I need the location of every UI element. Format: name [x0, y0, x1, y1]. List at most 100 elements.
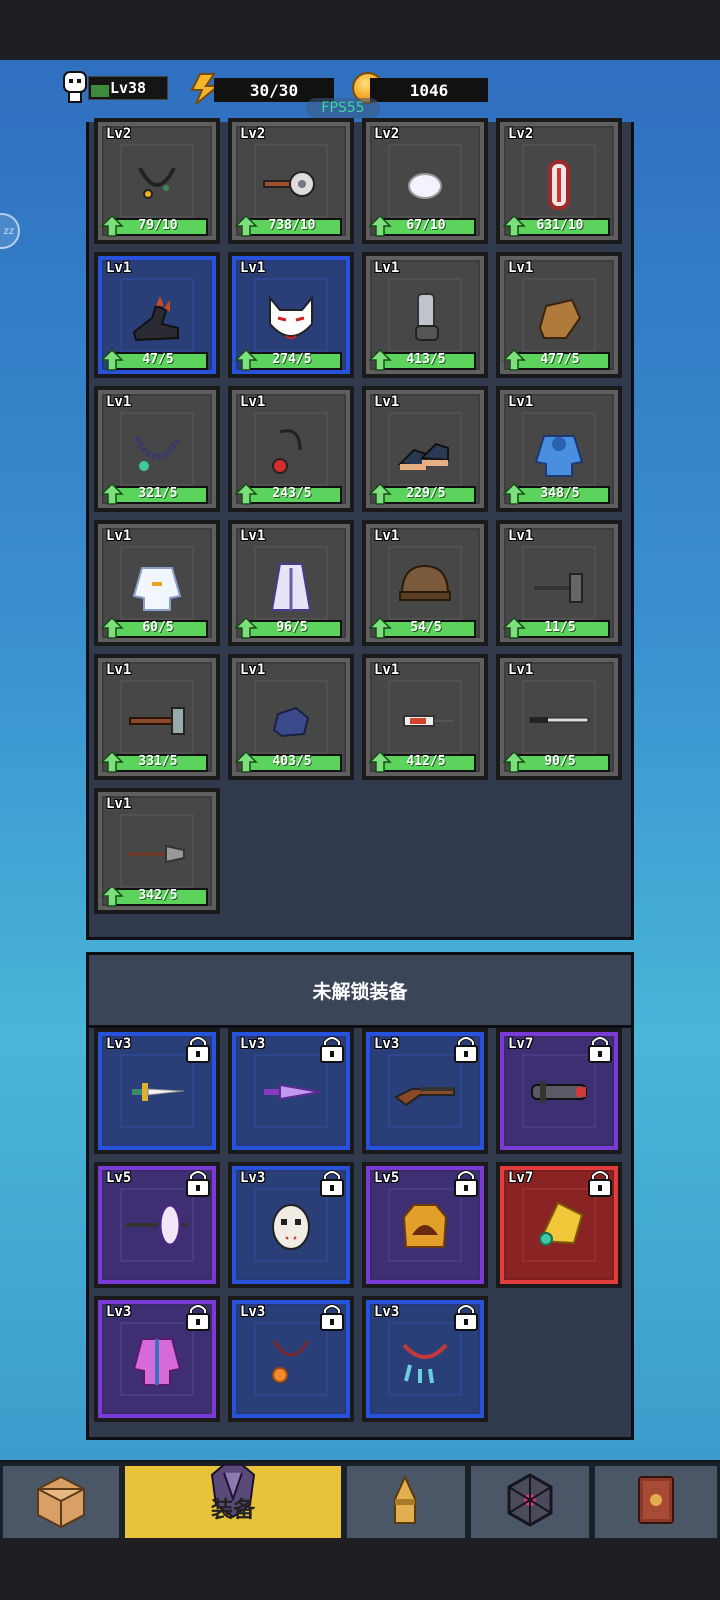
owned-equipment-card[interactable]: Lv1 47/5 — [94, 252, 220, 378]
item-level: Lv1 — [508, 528, 534, 544]
lock-icon — [454, 1170, 478, 1197]
item-level: Lv3 — [374, 1036, 400, 1052]
locked-equipment-card[interactable]: Lv5 — [94, 1162, 220, 1288]
owned-equipment-card[interactable]: Lv1 90/5 — [496, 654, 622, 780]
player-avatar-icon[interactable] — [62, 70, 88, 106]
locked-equipment-card[interactable]: Lv3 — [228, 1296, 354, 1422]
upgrade-arrow-icon — [100, 750, 124, 773]
owned-equipment-card[interactable]: Lv1 331/5 — [94, 654, 220, 780]
sneakers-icon — [390, 422, 460, 486]
upgrade-progress-text: 90/5 — [544, 754, 576, 769]
item-level: Lv1 — [240, 260, 266, 276]
item-level: Lv1 — [508, 260, 534, 276]
owned-equipment-card[interactable]: Lv2 79/10 — [94, 118, 220, 244]
locked-section-header: 未解锁装备 — [89, 955, 631, 1028]
item-level: Lv5 — [106, 1170, 132, 1186]
item-level: Lv7 — [508, 1036, 534, 1052]
pink-coat-icon — [122, 1329, 192, 1393]
locked-equipment-card[interactable]: Lv3 — [362, 1296, 488, 1422]
upgrade-arrow-icon — [234, 214, 258, 237]
double-axe-icon — [122, 1195, 192, 1259]
locked-equipment-card[interactable]: Lv3 — [228, 1162, 354, 1288]
locked-equipment-card[interactable]: Lv3 — [228, 1028, 354, 1154]
red-pendant-icon — [256, 422, 326, 486]
upgrade-progress-text: 412/5 — [406, 754, 446, 769]
lock-icon — [186, 1304, 210, 1331]
owned-equipment-card[interactable]: Lv1 274/5 — [228, 252, 354, 378]
locked-equipment-card[interactable]: Lv7 — [496, 1028, 622, 1154]
owned-equipment-card[interactable]: Lv1 60/5 — [94, 520, 220, 646]
locked-equipment-card[interactable]: Lv5 — [362, 1162, 488, 1288]
item-level: Lv1 — [374, 662, 400, 678]
energy-text: 30/30 — [249, 80, 299, 100]
upgrade-progress-text: 47/5 — [142, 352, 174, 367]
locked-equipment-card[interactable]: Lv3 — [94, 1028, 220, 1154]
upgrade-progress-text: 11/5 — [544, 620, 576, 635]
rock-icon — [256, 690, 326, 754]
upgrade-arrow-icon — [502, 348, 526, 371]
item-level: Lv3 — [240, 1304, 266, 1320]
upgrade-progress-text: 348/5 — [540, 486, 580, 501]
owned-equipment-card[interactable]: Lv2 631/10 — [496, 118, 622, 244]
owned-equipment-card[interactable]: Lv2 738/10 — [228, 118, 354, 244]
nav-tab-armor[interactable]: 装备 — [122, 1463, 344, 1541]
owned-equipment-card[interactable]: Lv1 412/5 — [362, 654, 488, 780]
upgrade-arrow-icon — [368, 348, 392, 371]
owned-equipment-card[interactable]: Lv1 96/5 — [228, 520, 354, 646]
owned-equipment-card[interactable]: Lv1 348/5 — [496, 386, 622, 512]
upgrade-arrow-icon — [368, 214, 392, 237]
item-level: Lv1 — [374, 394, 400, 410]
purple-dagger-icon — [256, 1061, 326, 1125]
owned-equipment-card[interactable]: Lv1 11/5 — [496, 520, 622, 646]
lock-icon — [588, 1170, 612, 1197]
item-level: Lv1 — [240, 394, 266, 410]
item-level: Lv1 — [508, 662, 534, 678]
item-level: Lv1 — [106, 394, 132, 410]
item-level: Lv1 — [240, 662, 266, 678]
upgrade-progress-text: 60/5 — [142, 620, 174, 635]
owned-equipment-card[interactable]: Lv1 413/5 — [362, 252, 488, 378]
owned-equipment-card[interactable]: Lv1 403/5 — [228, 654, 354, 780]
robe-icon — [256, 556, 326, 620]
item-level: Lv1 — [106, 260, 132, 276]
owned-equipment-card[interactable]: Lv2 67/10 — [362, 118, 488, 244]
upgrade-progress-text: 274/5 — [272, 352, 312, 367]
upgrade-arrow-icon — [368, 750, 392, 773]
upgrade-progress-text: 331/5 — [138, 754, 178, 769]
locked-equipment-card[interactable]: Lv7 — [496, 1162, 622, 1288]
player-level-badge: Lv38 — [88, 76, 168, 100]
nav-tab-box[interactable] — [0, 1463, 122, 1541]
item-level: Lv3 — [240, 1036, 266, 1052]
upgrade-arrow-icon — [234, 616, 258, 639]
item-level: Lv3 — [240, 1170, 266, 1186]
nav-tab-bullet[interactable] — [344, 1463, 468, 1541]
shotgun-icon — [390, 1061, 460, 1125]
upgrade-progress-text: 631/10 — [536, 218, 584, 233]
nav-tab-rune[interactable] — [468, 1463, 592, 1541]
owned-equipment-card[interactable]: Lv1 477/5 — [496, 252, 622, 378]
upgrade-arrow-icon — [234, 750, 258, 773]
item-level: Lv3 — [106, 1304, 132, 1320]
locked-equipment-card[interactable]: Lv3 — [94, 1296, 220, 1422]
white-jacket-icon — [122, 556, 192, 620]
item-level: Lv3 — [374, 1304, 400, 1320]
upgrade-arrow-icon — [502, 616, 526, 639]
fox-mask-icon — [256, 288, 326, 352]
upgrade-arrow-icon — [234, 482, 258, 505]
helmet-icon — [390, 556, 460, 620]
owned-equipment-card[interactable]: Lv1 229/5 — [362, 386, 488, 512]
locked-equipment-card[interactable]: Lv3 — [362, 1028, 488, 1154]
upgrade-progress-text: 229/5 — [406, 486, 446, 501]
coin-counter: 1046 — [370, 78, 488, 102]
item-level: Lv1 — [106, 528, 132, 544]
upgrade-progress-text: 243/5 — [272, 486, 312, 501]
item-level: Lv1 — [374, 528, 400, 544]
owned-equipment-card[interactable]: Lv1 321/5 — [94, 386, 220, 512]
upgrade-progress-text: 79/10 — [138, 218, 178, 233]
owned-equipment-card[interactable]: Lv1 342/5 — [94, 788, 220, 914]
owned-equipment-card[interactable]: Lv1 54/5 — [362, 520, 488, 646]
nav-tab-book[interactable] — [592, 1463, 720, 1541]
upgrade-arrow-icon — [100, 482, 124, 505]
item-level: Lv3 — [106, 1036, 132, 1052]
owned-equipment-card[interactable]: Lv1 243/5 — [228, 386, 354, 512]
